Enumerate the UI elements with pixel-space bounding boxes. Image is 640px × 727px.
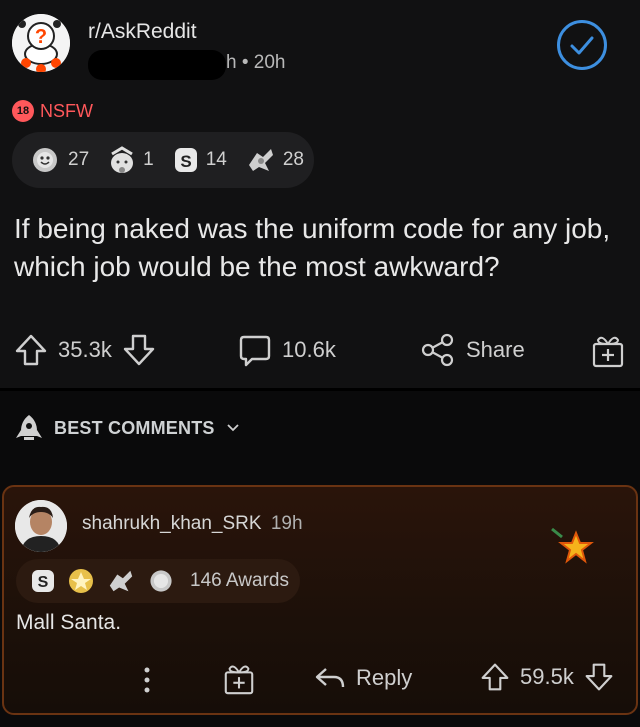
comment-time: 19h	[270, 513, 303, 534]
awards-total: 146 Awards	[190, 570, 289, 591]
subreddit-avatar-icon[interactable]: ?	[12, 14, 70, 72]
post-title[interactable]: If being naked was the uniform code for …	[14, 210, 624, 286]
award-count: 27	[68, 149, 90, 170]
silver-award-icon	[33, 148, 57, 172]
comment-author-line[interactable]: shahrukh_khan_SRK 19h	[82, 513, 303, 535]
coin-award-icon: S	[32, 570, 54, 592]
post-action-bar: 35.3k 10.6k Share	[0, 322, 640, 382]
vote-group: 35.3k	[14, 332, 156, 368]
comment-score: 59.5k	[520, 664, 574, 689]
award-item: 27	[28, 145, 89, 175]
svg-text:?: ?	[35, 26, 47, 48]
more-options-icon[interactable]	[140, 665, 154, 695]
redacted-username	[88, 50, 226, 80]
upvote-icon[interactable]	[14, 332, 48, 368]
user-avatar[interactable]	[15, 500, 67, 552]
gift-icon	[592, 336, 624, 368]
comment-awards-bar[interactable]: S 146 Awards	[16, 559, 300, 603]
gold-award-icon	[69, 569, 93, 593]
post-awards-bar[interactable]: 27 1 S 14 28	[12, 132, 314, 188]
comment-card: shahrukh_khan_SRK 19h S 146 Awards Mall …	[2, 485, 638, 715]
reply-label: Reply	[356, 665, 413, 690]
section-divider	[0, 388, 640, 391]
award-item: 1	[107, 144, 154, 176]
silver-award-icon	[150, 570, 172, 592]
comment-author[interactable]: shahrukh_khan_SRK	[82, 513, 262, 534]
svg-text:S: S	[38, 574, 49, 591]
subreddit-name[interactable]: r/AskReddit	[88, 20, 197, 44]
chevron-down-icon	[226, 424, 239, 432]
nsfw-badge-icon: 18	[12, 100, 34, 122]
comment-vote-group: 59.5k	[480, 661, 614, 693]
award-item: 28	[245, 145, 304, 175]
award-count: 28	[282, 149, 304, 170]
share-icon	[421, 333, 454, 367]
award-count: 14	[205, 149, 227, 170]
post-card: ? r/AskReddit h • 20h 18 NSFW 27 1 S 14 …	[0, 0, 640, 388]
coin-award-icon: S	[174, 148, 197, 172]
rocket-icon	[16, 415, 42, 440]
reply-button[interactable]: Reply	[314, 665, 412, 691]
downvote-icon[interactable]	[584, 661, 614, 693]
downvote-icon[interactable]	[122, 332, 156, 368]
give-award-button[interactable]	[590, 332, 626, 370]
upvote-count: 35.3k	[58, 337, 112, 362]
comment-count: 10.6k	[282, 337, 336, 362]
comment-body: Mall Santa.	[16, 611, 122, 634]
check-circle-icon[interactable]	[557, 20, 607, 70]
award-count: 1	[143, 149, 154, 170]
upvote-icon[interactable]	[480, 661, 510, 693]
share-button[interactable]: Share	[420, 332, 525, 368]
wholesome-seal-award-icon	[109, 570, 133, 592]
reply-arrow-icon	[315, 668, 345, 688]
comment-action-bar: Reply 59.5k	[4, 655, 640, 705]
nsfw-label: NSFW	[40, 100, 93, 121]
star-award-icon	[551, 527, 594, 564]
nsfw-tag: 18 NSFW	[12, 100, 93, 122]
svg-text:S: S	[180, 152, 191, 171]
comments-button[interactable]: 10.6k	[238, 332, 336, 368]
share-label: Share	[466, 337, 525, 362]
sort-label: BEST COMMENTS	[54, 417, 215, 438]
wholesome-seal-award-icon	[248, 149, 273, 171]
post-meta: h • 20h	[226, 52, 286, 73]
comment-sort-selector[interactable]: BEST COMMENTS	[14, 412, 241, 444]
award-item: S 14	[172, 145, 227, 175]
comment-bubble-icon	[239, 335, 271, 367]
gift-icon[interactable]	[222, 661, 256, 697]
helpful-award-icon	[111, 146, 134, 173]
